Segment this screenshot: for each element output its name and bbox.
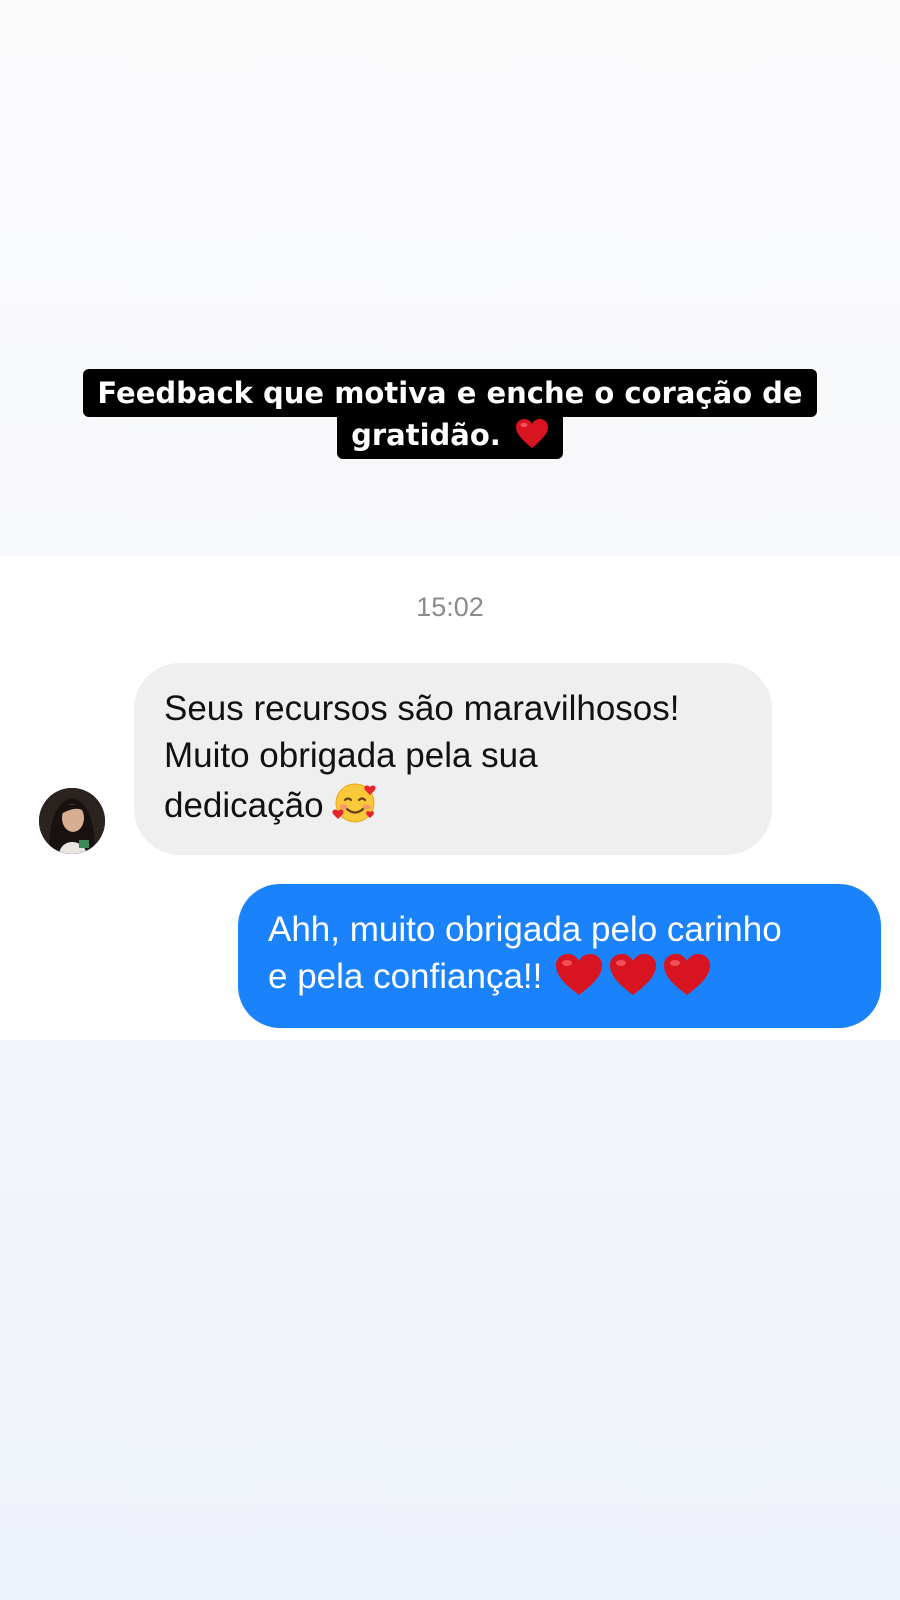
caption-box: Feedback que motiva e enche o coração de… (83, 369, 817, 459)
incoming-line-1: Seus recursos são maravilhosos! (164, 689, 680, 728)
incoming-line-3-wrap: dedicação (164, 779, 742, 829)
message-timestamp: 15:02 (416, 592, 484, 622)
incoming-line-2: Muito obrigada pela sua (164, 736, 538, 775)
red-heart-icon (610, 954, 657, 995)
outgoing-line-2-wrap: e pela confiança!! (268, 953, 851, 1009)
chat-screenshot: 15:02 Seus recursos são maravilhosos! Mu… (0, 556, 900, 1040)
hearts-group (548, 953, 712, 1009)
incoming-line-3: dedicação (164, 786, 324, 825)
incoming-message-bubble[interactable]: Seus recursos são maravilhosos! Muito ob… (134, 663, 772, 855)
avatar-photo-icon (39, 788, 105, 854)
sender-avatar[interactable] (39, 788, 105, 854)
caption-line-1: Feedback que motiva e enche o coração de (97, 376, 803, 410)
outgoing-message-bubble[interactable]: Ahh, muito obrigada pelo carinho e pela … (238, 884, 881, 1028)
story-caption: Feedback que motiva e enche o coração de… (0, 369, 900, 459)
red-heart-icon (515, 419, 548, 448)
red-heart-icon (664, 954, 711, 995)
outgoing-line-1: Ahh, muito obrigada pelo carinho (268, 910, 782, 949)
caption-line-2: gratidão. (351, 418, 501, 452)
smiling-face-with-hearts-icon (332, 783, 376, 823)
red-heart-icon (556, 954, 603, 995)
outgoing-line-2: e pela confiança!! (268, 957, 543, 996)
